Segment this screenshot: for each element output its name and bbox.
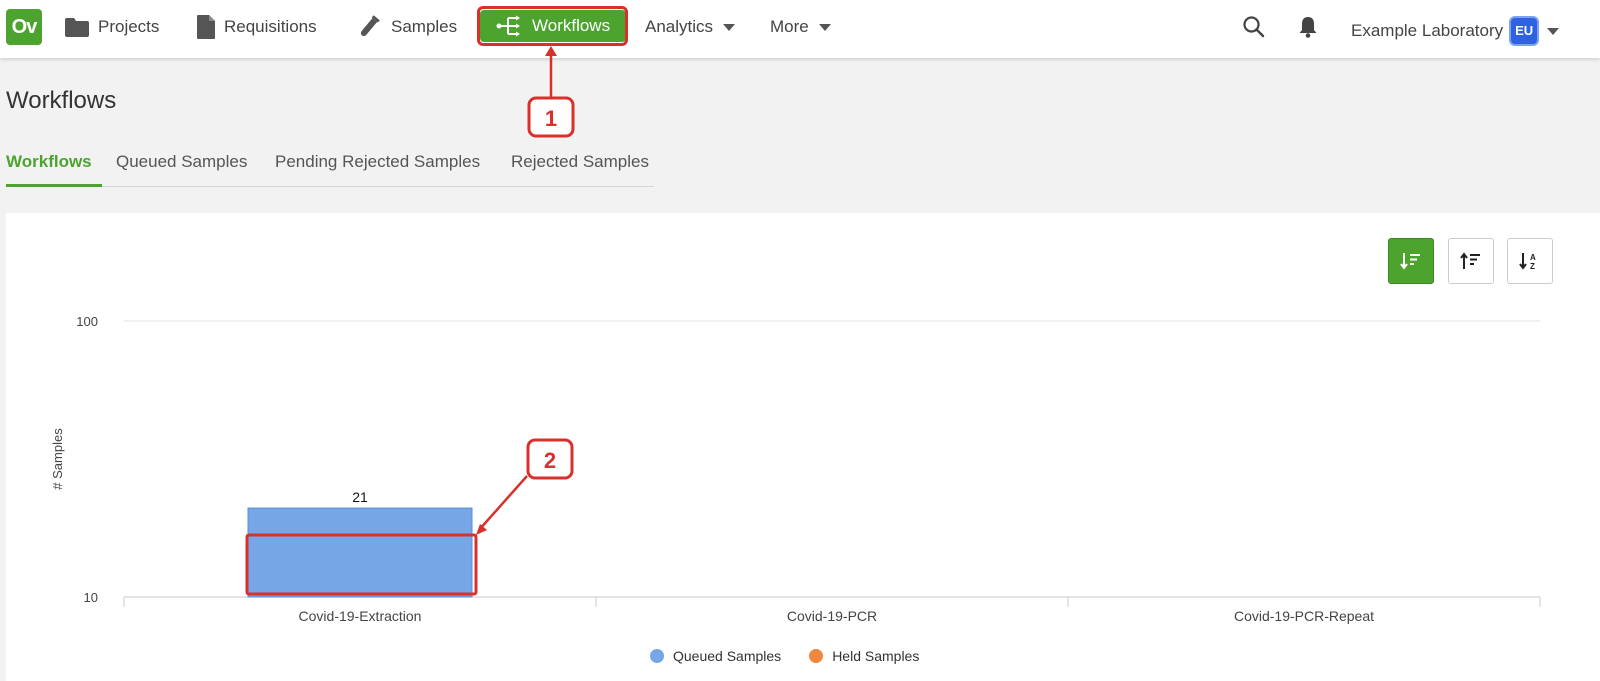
user-avatar-badge: EU xyxy=(1509,16,1540,46)
document-icon xyxy=(197,15,215,39)
tab-queued-samples[interactable]: Queued Samples xyxy=(116,152,247,172)
tab-pending-rejected-samples[interactable]: Pending Rejected Samples xyxy=(275,152,480,172)
annotation-marker-1: 1 xyxy=(545,106,557,131)
nav-more-label: More xyxy=(770,17,809,36)
test-tube-icon xyxy=(360,15,380,37)
legend-item-queued[interactable]: Queued Samples xyxy=(650,648,781,664)
nav-requisitions-label: Requisitions xyxy=(224,17,317,36)
active-tab-indicator xyxy=(6,184,102,187)
tab-rejected-samples[interactable]: Rejected Samples xyxy=(511,152,649,172)
sort-ascending-icon xyxy=(1460,252,1480,269)
nav-analytics-dropdown[interactable]: Analytics xyxy=(645,12,736,42)
tab-workflows[interactable]: Workflows xyxy=(6,152,92,172)
legend-swatch-queued xyxy=(650,649,664,663)
bell-icon[interactable] xyxy=(1297,14,1319,40)
tab-bar: Workflows Queued Samples Pending Rejecte… xyxy=(6,148,654,187)
nav-samples[interactable]: Samples xyxy=(355,12,457,42)
svg-text:Z: Z xyxy=(1530,262,1535,271)
sort-ascending-button[interactable] xyxy=(1448,238,1494,284)
nav-more-dropdown[interactable]: More xyxy=(770,12,831,42)
legend-label-held: Held Samples xyxy=(832,648,920,664)
lab-name: Example Laboratory xyxy=(1351,21,1504,40)
sort-alphabetical-button[interactable]: A Z xyxy=(1507,238,1553,284)
account-menu[interactable]: Example Laboratory EU xyxy=(1351,16,1560,46)
annotation-highlight-nav xyxy=(477,6,628,46)
page-title: Workflows xyxy=(6,87,117,114)
nav-requisitions[interactable]: Requisitions xyxy=(196,12,317,42)
chart-card xyxy=(6,213,1600,681)
app-logo[interactable]: Ov xyxy=(6,9,42,45)
nav-samples-label: Samples xyxy=(391,17,458,36)
chevron-down-icon xyxy=(723,23,736,31)
chevron-down-icon xyxy=(818,23,831,31)
folder-icon xyxy=(65,18,89,37)
sort-descending-button[interactable] xyxy=(1388,238,1434,284)
nav-projects-label: Projects xyxy=(98,17,160,36)
chart-legend: Queued Samples Held Samples xyxy=(650,648,919,664)
legend-swatch-held xyxy=(809,649,824,663)
sort-alphabetical-icon: A Z xyxy=(1519,253,1536,271)
search-icon[interactable] xyxy=(1242,14,1266,40)
svg-text:A: A xyxy=(1530,253,1536,262)
chevron-down-icon xyxy=(1547,27,1560,35)
legend-label-queued: Queued Samples xyxy=(673,648,782,664)
nav-analytics-label: Analytics xyxy=(645,17,714,36)
top-navigation-bar: Ov Projects Requisitions Samples Workflo… xyxy=(0,0,1600,58)
legend-item-held[interactable]: Held Samples xyxy=(809,648,919,664)
sort-descending-icon xyxy=(1400,253,1420,270)
nav-projects[interactable]: Projects xyxy=(64,12,159,42)
